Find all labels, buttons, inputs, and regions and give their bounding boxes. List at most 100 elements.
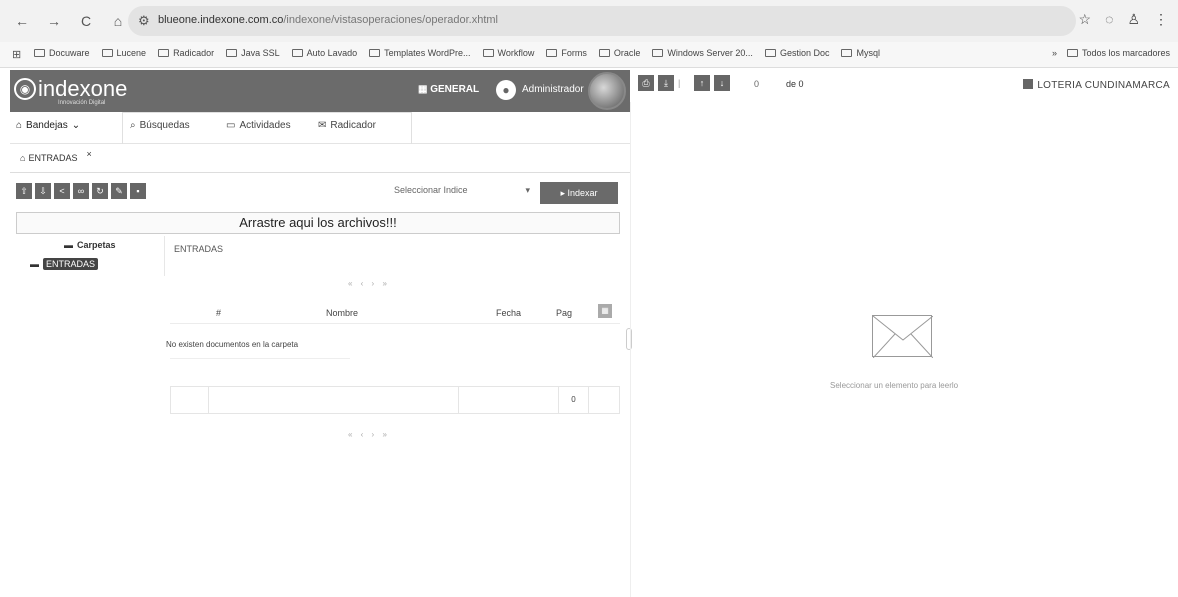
- entity-name: LOTERIA CUNDINAMARCA: [1023, 79, 1170, 91]
- general-button[interactable]: ▦ GENERAL: [418, 84, 479, 95]
- bookmark-item[interactable]: Mysql: [841, 48, 880, 58]
- bookmark-item[interactable]: Radicador: [158, 48, 214, 58]
- address-bar[interactable]: ⚙ blueone.indexone.com.co/indexone/vista…: [128, 6, 1076, 36]
- folder-icon: [226, 49, 238, 57]
- row-divider: [170, 358, 350, 359]
- viewer-empty-message: Seleccionar un elemento para leerlo: [830, 381, 959, 390]
- app-header: ◉ indexone Innovación Digital ▦ GENERAL …: [10, 70, 630, 112]
- more-bookmarks-icon[interactable]: »: [1052, 48, 1057, 58]
- folder-icon: [369, 49, 381, 57]
- share-icon[interactable]: <: [54, 183, 70, 199]
- footer-cell: [459, 387, 559, 413]
- download-icon[interactable]: ⇩: [35, 183, 51, 199]
- folder-icon: ▬: [30, 259, 39, 269]
- url-text: blueone.indexone.com.co/indexone/vistaso…: [158, 14, 499, 26]
- folder-entradas[interactable]: ▬ ENTRADAS: [30, 258, 99, 270]
- home-icon[interactable]: ⌂: [110, 13, 126, 29]
- indexar-button[interactable]: ▸ Indexar: [540, 182, 618, 204]
- empty-documents-message: No existen documentos en la carpeta: [166, 340, 299, 349]
- viewer-toolbar: ⎙ ⤓ | ↑ ↓ 0 de 0 LOTERIA CUNDINAMARCA: [630, 70, 1178, 102]
- forward-icon[interactable]: →: [46, 13, 62, 29]
- indexone-logo[interactable]: ◉ indexone: [14, 76, 127, 102]
- folder-icon: [34, 49, 45, 57]
- browser-toolbar: ← → C ⌂ ⚙ blueone.indexone.com.co/indexo…: [0, 0, 1178, 42]
- column-pag[interactable]: Pag: [556, 308, 572, 318]
- page-up-icon[interactable]: ↑: [694, 75, 710, 91]
- avatar[interactable]: [588, 72, 626, 110]
- folder-icon: [546, 49, 558, 57]
- reload-icon[interactable]: C: [78, 13, 94, 29]
- split-resize-handle[interactable]: [626, 328, 632, 350]
- menu-icon[interactable]: ⋮: [1154, 11, 1168, 28]
- extensions-icon[interactable]: ◌: [1105, 11, 1113, 28]
- folder-icon: [482, 49, 494, 57]
- bookmark-item[interactable]: Windows Server 20...: [652, 48, 753, 58]
- subtab-divider: [10, 172, 630, 173]
- inbox-icon: ⌂: [16, 120, 23, 131]
- columns-toggle-icon[interactable]: ▦: [598, 304, 612, 318]
- bookmark-item[interactable]: Docuware: [34, 48, 90, 58]
- calendar-icon: ▭: [226, 120, 236, 131]
- bookmarks-bar: ⊞ Docuware Lucene Radicador Java SSL Auto La…: [0, 42, 1178, 68]
- folder-icon: [101, 49, 113, 57]
- search-icon: ⌕: [130, 120, 136, 131]
- trash-icon[interactable]: ▪: [130, 183, 146, 199]
- chevron-down-icon: ⌄: [71, 120, 81, 131]
- tab-busquedas[interactable]: ⌕ Búsquedas: [130, 120, 190, 131]
- building-icon: [1023, 79, 1034, 89]
- site-info-icon[interactable]: ⚙: [138, 13, 150, 29]
- refresh-icon[interactable]: ↻: [92, 183, 108, 199]
- link-icon[interactable]: ∞: [73, 183, 89, 199]
- separator: |: [678, 78, 681, 88]
- breadcrumb: ENTRADAS: [174, 244, 224, 254]
- profile-icon[interactable]: ♙: [1127, 11, 1140, 28]
- tab-actividades[interactable]: ▭ Actividades: [226, 120, 291, 131]
- all-bookmarks-link[interactable]: Todos los marcadores: [1066, 48, 1170, 58]
- folder-icon: [841, 49, 853, 57]
- download-icon[interactable]: ⤓: [658, 75, 674, 91]
- column-number[interactable]: #: [216, 308, 221, 318]
- bookmark-item[interactable]: Forms: [546, 48, 587, 58]
- column-fecha[interactable]: Fecha: [496, 308, 521, 318]
- bookmark-item[interactable]: Auto Lavado: [291, 48, 357, 58]
- subtab-entradas[interactable]: ⌂ ENTRADAS ×: [20, 149, 92, 163]
- tab-bandejas[interactable]: ⌂ Bandejas ⌄: [16, 120, 80, 131]
- documents-table-header: # Nombre Fecha Pag ▦: [170, 302, 620, 324]
- logo-mark-icon: ◉: [14, 78, 36, 100]
- main-tabs: ⌂ Bandejas ⌄ ⌕ Búsquedas ▭ Actividades ✉ Radi…: [10, 112, 630, 144]
- footer-count: 0: [559, 387, 589, 413]
- close-icon[interactable]: ×: [86, 149, 91, 159]
- page-down-icon[interactable]: ↓: [714, 75, 730, 91]
- footer-cell: [209, 387, 459, 413]
- page-number-input[interactable]: 0: [754, 79, 759, 89]
- star-icon[interactable]: ☆: [1079, 11, 1092, 28]
- print-icon[interactable]: ⎙: [638, 75, 654, 91]
- edit-icon[interactable]: ✎: [111, 183, 127, 199]
- bookmark-item[interactable]: Gestion Doc: [764, 48, 829, 58]
- user-name[interactable]: Administrador: [522, 84, 584, 95]
- back-icon[interactable]: ←: [14, 13, 30, 29]
- pagination-top[interactable]: « ‹ › »: [348, 279, 390, 288]
- folders-header: ▬ Carpetas: [64, 240, 116, 250]
- bookmark-item[interactable]: Java SSL: [226, 48, 280, 58]
- select-index-dropdown[interactable]: Seleccionar Indice ▾: [394, 185, 534, 195]
- footer-cell: [171, 387, 209, 413]
- envelope-icon: [872, 315, 933, 358]
- bookmark-item[interactable]: Workflow: [482, 48, 534, 58]
- bookmark-item[interactable]: Oracle: [598, 48, 640, 58]
- column-nombre[interactable]: Nombre: [326, 308, 358, 318]
- page-total: de 0: [786, 79, 804, 89]
- bookmark-list: Docuware Lucene Radicador Java SSL Auto Lava…: [34, 48, 880, 58]
- bookmark-item[interactable]: Lucene: [101, 48, 146, 58]
- file-dropzone[interactable]: Arrastre aqui los archivos!!!: [16, 212, 620, 234]
- bookmark-item[interactable]: Templates WordPre...: [369, 48, 471, 58]
- nav-controls: ← → C ⌂: [14, 13, 126, 29]
- folder-icon: ▬: [64, 240, 73, 250]
- chevron-down-icon: ▾: [525, 185, 530, 195]
- folder-icon: [158, 49, 170, 57]
- apps-grid-icon[interactable]: ⊞: [12, 48, 21, 61]
- upload-icon[interactable]: ⇧: [16, 183, 32, 199]
- tab-radicador[interactable]: ✉ Radicador: [318, 120, 376, 131]
- pagination-bottom[interactable]: « ‹ › »: [348, 430, 390, 439]
- folder-icon: [652, 49, 664, 57]
